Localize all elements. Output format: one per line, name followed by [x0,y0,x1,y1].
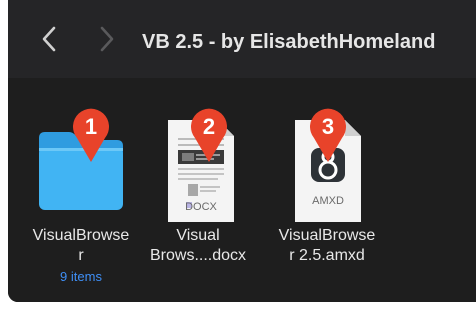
chevron-left-icon [42,26,56,52]
file-name: Visual Brows....docx [149,227,247,264]
file-item-folder[interactable]: 1 VisualBrowse r 9 items [21,78,141,302]
back-button[interactable] [34,22,64,56]
toolbar: VB 2.5 - by ElisabethHomeland [8,0,476,78]
folder-icon-wrap: 1 [21,108,141,228]
file-name: VisualBrowse r 2.5.amxd [278,227,376,264]
file-name: VisualBrowse r [32,227,130,264]
forward-button[interactable] [92,22,122,56]
badge-pin-1: 1 [73,108,109,162]
badge-number: 1 [85,114,97,139]
window-title: VB 2.5 - by ElisabethHomeland [142,31,436,53]
finder-window: VB 2.5 - by ElisabethHomeland 1 VisualBr… [8,0,476,302]
docx-icon-wrap: DOCX 2 [138,108,258,228]
badge-pin-3: 3 [310,108,346,162]
file-type-tag: DOCX [185,201,217,213]
badge-number: 3 [322,114,334,139]
badge-pin-2: 2 [191,108,227,162]
file-item-amxd[interactable]: AMXD 3 VisualBrowse r 2.5.amxd [267,78,387,302]
item-count: 9 items [60,269,102,284]
badge-number: 2 [203,114,215,139]
file-type-tag: AMXD [312,195,344,207]
chevron-right-icon [100,26,114,52]
file-item-docx[interactable]: DOCX 2 Visual Brows....docx [138,78,258,302]
file-grid: 1 VisualBrowse r 9 items DOCX 2 Visual B… [8,78,476,302]
amxd-icon-wrap: AMXD 3 [267,108,387,228]
